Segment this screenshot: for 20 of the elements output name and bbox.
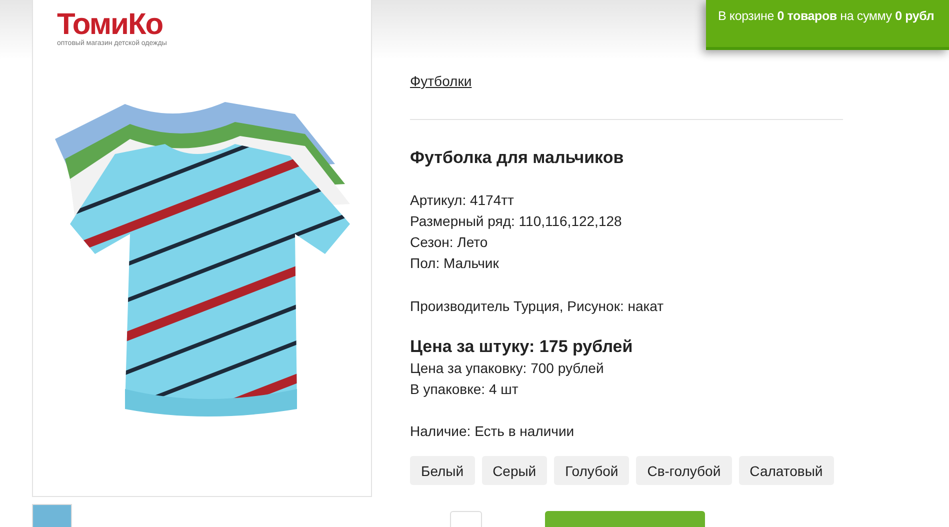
product-title: Футболка для мальчиков [410, 148, 625, 168]
spec-line: Артикул: 4174тт [410, 191, 515, 210]
spec-line: Пол: Мальчик [410, 254, 500, 273]
color-option[interactable]: Салатовый [738, 456, 834, 485]
color-option[interactable]: Серый [482, 456, 548, 485]
availability-text: Наличие: Есть в наличии [410, 422, 576, 441]
origin-text: Производитель Турция, Рисунок: накат [410, 297, 665, 316]
logo[interactable]: ТомиКо [57, 10, 177, 40]
spec-line: Размерный ряд: 110,116,122,128 [410, 212, 623, 231]
category-link[interactable]: Футболки [410, 73, 472, 89]
thumbnail-placeholder[interactable] [32, 504, 72, 527]
add-to-cart-button[interactable] [545, 511, 705, 527]
spec-line: Сезон: Лето [410, 233, 489, 252]
unit-price: Цена за штуку: 175 рублей [410, 336, 634, 358]
color-option[interactable]: Голубой [554, 456, 630, 485]
color-option[interactable]: Белый [410, 456, 475, 485]
pack-count: В упаковке: 4 шт [410, 380, 520, 399]
quantity-field[interactable] [450, 511, 482, 527]
color-option[interactable]: Св-голубой [636, 456, 732, 485]
pack-price: Цена за упаковку: 700 рублей [410, 359, 605, 378]
